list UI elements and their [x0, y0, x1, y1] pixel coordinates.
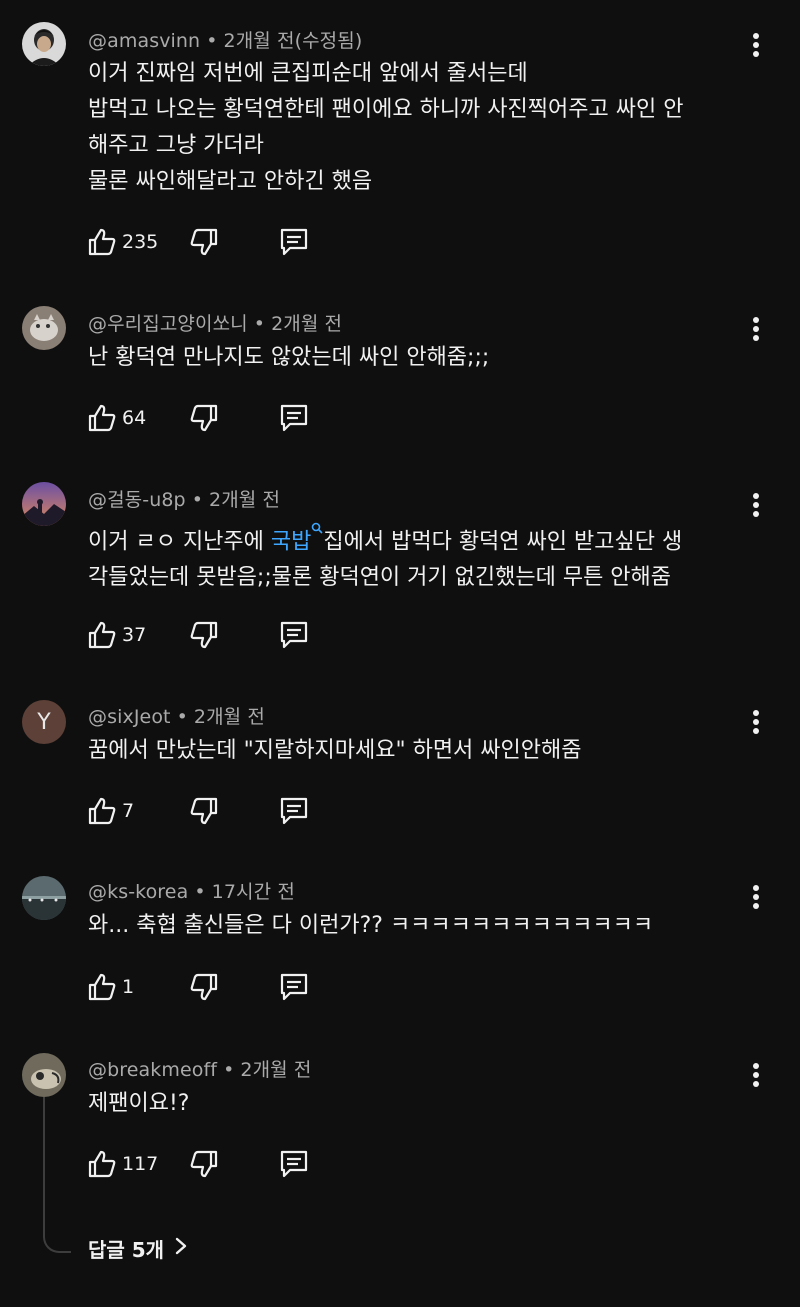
like-count: 7: [122, 800, 135, 822]
comment-text-segment: 집에서 밥먹다 황덕연 싸인 받고싶단 생: [323, 529, 683, 555]
comment-line: 제팬이요!?: [88, 1091, 190, 1116]
avatar-letter: Y: [37, 709, 51, 735]
reply-icon: [278, 619, 310, 651]
comment-meta: @amasvinn • 2개월 전(수정됨): [88, 26, 362, 53]
avatar[interactable]: [22, 876, 66, 920]
comment-text: 제팬이요!?: [88, 1086, 758, 1122]
reply-icon: [278, 795, 310, 827]
comment-meta: @우리집고양이쏘니 • 2개월 전: [88, 309, 342, 336]
like-button[interactable]: 7: [86, 794, 134, 828]
like-button[interactable]: 235: [86, 225, 158, 259]
chevron-right-icon: [164, 1236, 188, 1261]
like-button[interactable]: 117: [86, 1147, 158, 1181]
comment-text: 꿈에서 만났는데 "지랄하지마세요" 하면서 싸인안해줌: [88, 733, 758, 769]
separator-dot: •: [206, 30, 218, 52]
dislike-icon: [188, 226, 220, 258]
dislike-button[interactable]: [188, 401, 220, 435]
like-icon: [86, 402, 118, 434]
comment-line: 와... 축협 출신들은 다 이런가?? ㅋㅋㅋㅋㅋㅋㅋㅋㅋㅋㅋㅋㅋ: [88, 913, 654, 938]
view-replies-button[interactable]: 답글 5개: [88, 1234, 188, 1263]
like-button[interactable]: 64: [86, 401, 146, 435]
comment-text: 난 황덕연 만나지도 않았는데 싸인 안해줌;;;: [88, 340, 758, 376]
like-button[interactable]: 37: [86, 618, 146, 652]
comment-author[interactable]: @sixJeot: [88, 706, 171, 728]
comment-line: 각들었는데 못받음;;물론 황덕연이 거기 없긴했는데 무튼 안해줌: [88, 565, 672, 591]
avatar[interactable]: Y: [22, 700, 66, 744]
comment-text: 이거 ㄹㅇ 지난주에 국밥 집에서 밥먹다 황덕연 싸인 받고싶단 생 각들었는데…: [88, 518, 758, 596]
separator-dot: •: [253, 313, 266, 335]
comment-meta: @걸동-u8p • 2개월 전: [88, 485, 280, 512]
reply-icon: [278, 971, 310, 1003]
comment-meta: @ks-korea • 17시간 전: [88, 877, 295, 904]
reply-thread-line: [43, 1097, 71, 1253]
like-count: 117: [122, 1153, 159, 1175]
dislike-icon: [188, 971, 220, 1003]
avatar[interactable]: [22, 1053, 66, 1097]
dislike-icon: [188, 619, 220, 651]
reply-button[interactable]: [278, 794, 310, 828]
reply-icon: [278, 226, 310, 258]
like-icon: [86, 226, 118, 258]
comment-time: 17시간 전: [211, 881, 295, 903]
replies-label: 답글 5개: [88, 1238, 165, 1262]
dislike-icon: [188, 795, 220, 827]
comment-line: 밥먹고 나오는 황덕연한테 팬이에요 하니까 사진찍어주고 싸인 안: [88, 97, 684, 122]
reply-button[interactable]: [278, 970, 310, 1004]
dislike-icon: [188, 402, 220, 434]
avatar[interactable]: [22, 482, 66, 526]
reply-icon: [278, 402, 310, 434]
separator-dot: •: [223, 1059, 235, 1081]
comment-time: 2개월 전(수정됨): [223, 30, 363, 52]
dislike-button[interactable]: [188, 970, 220, 1004]
comment-time: 2개월 전: [240, 1059, 312, 1081]
comment-text-segment: 이거 ㄹㅇ 지난주에: [88, 529, 271, 555]
like-icon: [86, 619, 118, 651]
search-link[interactable]: 국밥: [271, 529, 311, 554]
avatar[interactable]: [22, 22, 66, 66]
like-icon: [86, 971, 118, 1003]
dislike-button[interactable]: [188, 794, 220, 828]
comment-text: 이거 진짜임 저번에 큰집피순대 앞에서 줄서는데 밥먹고 나오는 황덕연한테 …: [88, 56, 758, 200]
avatar[interactable]: [22, 306, 66, 350]
like-count: 37: [122, 624, 147, 646]
comment-author[interactable]: @우리집고양이쏘니: [88, 313, 248, 335]
comment-line: 물론 싸인해달라고 안하긴 했음: [88, 169, 373, 194]
comment-author[interactable]: @ks-korea: [88, 881, 188, 903]
comment-time: 2개월 전: [209, 489, 281, 511]
like-count: 64: [122, 407, 147, 429]
reply-button[interactable]: [278, 1147, 310, 1181]
comment-author[interactable]: @걸동-u8p: [88, 489, 186, 511]
comment-meta: @breakmeoff • 2개월 전: [88, 1055, 311, 1082]
comment-line: 이거 ㄹㅇ 지난주에 국밥 집에서 밥먹다 황덕연 싸인 받고싶단 생: [88, 518, 758, 560]
comment-line: 꿈에서 만났는데 "지랄하지마세요" 하면서 싸인안해줌: [88, 738, 582, 763]
separator-dot: •: [194, 881, 206, 903]
reply-button[interactable]: [278, 618, 310, 652]
like-button[interactable]: 1: [86, 970, 134, 1004]
separator-dot: •: [191, 489, 204, 511]
comment-time: 2개월 전: [271, 313, 343, 335]
comment-line: 해주고 그냥 가더라: [88, 133, 264, 158]
comment-author[interactable]: @amasvinn: [88, 30, 200, 52]
reply-button[interactable]: [278, 225, 310, 259]
like-icon: [86, 1148, 118, 1180]
comment-line: 난 황덕연 만나지도 않았는데 싸인 안해줌;;;: [88, 345, 490, 370]
dislike-button[interactable]: [188, 225, 220, 259]
comment-line: 이거 진짜임 저번에 큰집피순대 앞에서 줄서는데: [88, 61, 528, 86]
like-count: 1: [122, 976, 135, 998]
dislike-button[interactable]: [188, 618, 220, 652]
comment-author[interactable]: @breakmeoff: [88, 1059, 217, 1081]
search-icon[interactable]: [311, 523, 323, 544]
dislike-icon: [188, 1148, 220, 1180]
comment-text: 와... 축협 출신들은 다 이런가?? ㅋㅋㅋㅋㅋㅋㅋㅋㅋㅋㅋㅋㅋ: [88, 908, 758, 944]
comment-time: 2개월 전: [193, 706, 265, 728]
like-icon: [86, 795, 118, 827]
separator-dot: •: [176, 706, 188, 728]
reply-icon: [278, 1148, 310, 1180]
comment-meta: @sixJeot • 2개월 전: [88, 702, 265, 729]
more-vertical-icon[interactable]: [744, 490, 768, 520]
dislike-button[interactable]: [188, 1147, 220, 1181]
reply-button[interactable]: [278, 401, 310, 435]
like-count: 235: [122, 231, 159, 253]
